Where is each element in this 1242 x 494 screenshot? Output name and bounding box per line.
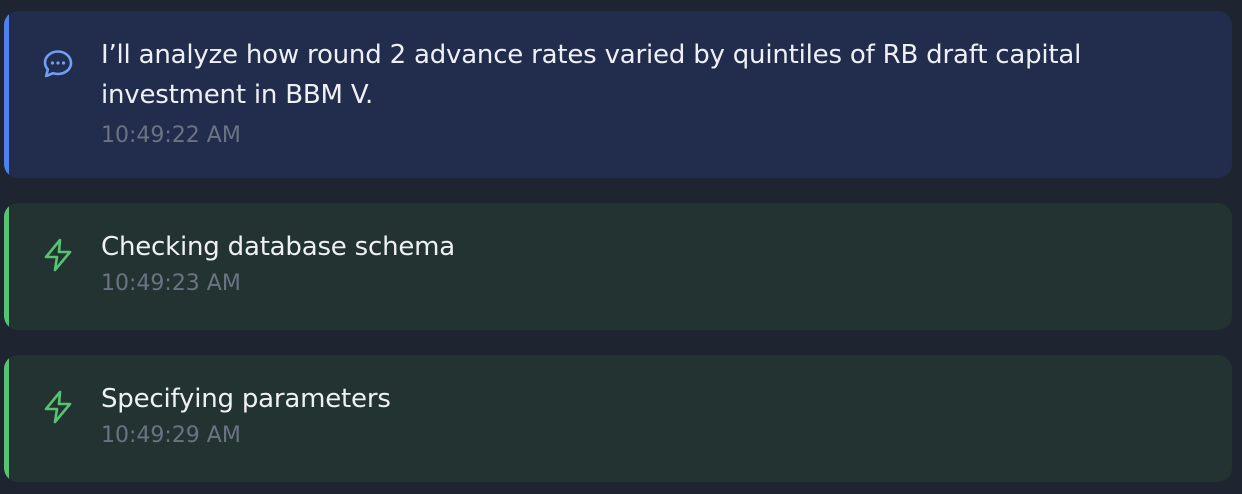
activity-feed: I’ll analyze how round 2 advance rates v… [0, 0, 1242, 494]
action-timestamp: 10:49:23 AM [101, 271, 241, 296]
action-step-card: Specifying parameters 10:49:29 AM [4, 355, 1232, 482]
action-text: Specifying parameters [101, 384, 391, 414]
lightning-bolt-icon [40, 389, 76, 425]
action-timestamp: 10:49:29 AM [101, 423, 241, 448]
message-timestamp: 10:49:22 AM [101, 123, 241, 148]
action-body: Specifying parameters 10:49:29 AM [101, 379, 1172, 451]
chat-bubble-icon [40, 46, 76, 82]
card-accent-bar [4, 355, 9, 482]
action-step-card: Checking database schema 10:49:23 AM [4, 203, 1232, 330]
assistant-message-card: I’ll analyze how round 2 advance rates v… [4, 11, 1232, 178]
action-body: Checking database schema 10:49:23 AM [101, 227, 1172, 299]
lightning-bolt-icon [40, 237, 76, 273]
card-accent-bar [4, 11, 9, 178]
message-body: I’ll analyze how round 2 advance rates v… [101, 35, 1172, 151]
message-text: I’ll analyze how round 2 advance rates v… [101, 40, 1082, 110]
action-text: Checking database schema [101, 232, 456, 262]
card-accent-bar [4, 203, 9, 330]
